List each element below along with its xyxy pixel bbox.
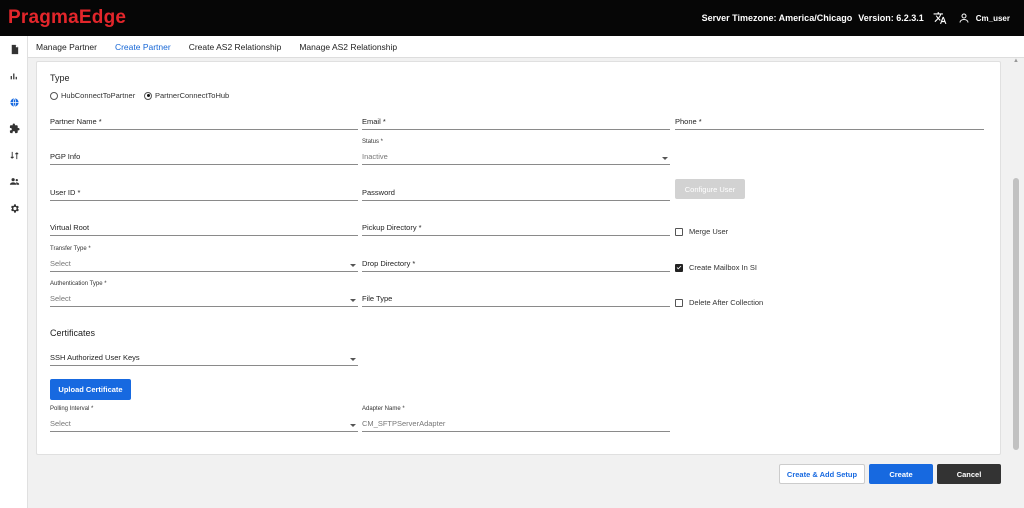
gear-icon[interactable] bbox=[7, 201, 21, 215]
adapter-name-field[interactable]: Adapter Name * CM_SFTPServerAdapter bbox=[362, 406, 670, 432]
swap-icon[interactable] bbox=[7, 148, 21, 162]
tab-create-partner[interactable]: Create Partner bbox=[115, 42, 171, 52]
scroll-up-arrow[interactable]: ▲ bbox=[1012, 58, 1020, 66]
user-name[interactable]: Cm_user bbox=[976, 14, 1010, 23]
type-section-title: Type bbox=[50, 73, 70, 83]
create-mailbox-label: Create Mailbox In SI bbox=[689, 263, 757, 272]
authentication-type-label: Authentication Type * bbox=[50, 281, 107, 287]
ssh-keys-select[interactable]: SSH Authorized User Keys bbox=[50, 350, 358, 366]
create-button[interactable]: Create bbox=[869, 464, 933, 484]
adapter-name-label: Adapter Name * bbox=[362, 406, 405, 412]
authentication-type-select[interactable]: Authentication Type * Select bbox=[50, 281, 358, 307]
globe-icon[interactable] bbox=[7, 95, 21, 109]
transfer-type-select[interactable]: Transfer Type * Select bbox=[50, 246, 358, 272]
bar-chart-icon[interactable] bbox=[7, 69, 21, 83]
top-header: PragmaEdge Server Timezone: America/Chic… bbox=[0, 0, 1024, 36]
header-right: Server Timezone: America/Chicago Version… bbox=[702, 0, 1010, 36]
partner-name-field[interactable]: Partner Name * bbox=[50, 114, 358, 130]
chevron-down-icon bbox=[350, 358, 356, 361]
partner-name-label: Partner Name * bbox=[50, 117, 102, 126]
email-label: Email * bbox=[362, 117, 386, 126]
chevron-down-icon bbox=[350, 424, 356, 427]
authentication-type-value: Select bbox=[50, 294, 71, 303]
create-partner-form: Type HubConnectToPartner PartnerConnectT… bbox=[36, 61, 1001, 455]
create-and-add-setup-button[interactable]: Create & Add Setup bbox=[779, 464, 865, 484]
tab-manage-partner[interactable]: Manage Partner bbox=[36, 42, 97, 52]
ssh-keys-label: SSH Authorized User Keys bbox=[50, 353, 140, 362]
user-id-field[interactable]: User ID * bbox=[50, 185, 358, 201]
translate-icon[interactable] bbox=[932, 10, 948, 26]
checkbox-box[interactable] bbox=[675, 298, 683, 307]
transfer-type-value: Select bbox=[50, 259, 71, 268]
upload-certificate-button[interactable]: Upload Certificate bbox=[50, 379, 131, 400]
transfer-type-label: Transfer Type * bbox=[50, 246, 91, 252]
file-type-field[interactable]: File Type bbox=[362, 291, 670, 307]
pickup-directory-field[interactable]: Pickup Directory * bbox=[362, 220, 670, 236]
configure-user-button[interactable]: Configure User bbox=[675, 179, 745, 199]
pgp-info-field[interactable]: PGP Info bbox=[50, 149, 358, 165]
server-timezone: Server Timezone: America/Chicago bbox=[701, 13, 853, 23]
status-select[interactable]: Status * Inactive bbox=[362, 139, 670, 165]
create-mailbox-checkbox[interactable]: Create Mailbox In SI bbox=[675, 263, 757, 272]
puzzle-icon[interactable] bbox=[7, 121, 21, 135]
pgp-info-label: PGP Info bbox=[50, 152, 81, 161]
user-icon[interactable] bbox=[958, 12, 971, 25]
radio-circle[interactable] bbox=[50, 91, 58, 100]
radio-circle-selected[interactable] bbox=[144, 91, 152, 100]
tab-create-as2-relationship[interactable]: Create AS2 Relationship bbox=[189, 42, 282, 52]
scrollbar-thumb[interactable] bbox=[1013, 178, 1019, 450]
polling-interval-label: Polling Interval * bbox=[50, 406, 94, 412]
file-type-label: File Type bbox=[362, 294, 393, 303]
phone-label: Phone * bbox=[675, 117, 702, 126]
checkbox-box-checked[interactable] bbox=[675, 263, 683, 272]
virtual-root-field[interactable]: Virtual Root bbox=[50, 220, 358, 236]
pickup-directory-label: Pickup Directory * bbox=[362, 223, 422, 232]
status-value: Inactive bbox=[362, 152, 388, 161]
phone-field[interactable]: Phone * bbox=[675, 114, 984, 130]
radio-partner-connect-to-hub[interactable]: PartnerConnectToHub bbox=[144, 91, 229, 100]
polling-interval-select[interactable]: Polling Interval * Select bbox=[50, 406, 358, 432]
check-icon bbox=[676, 265, 682, 270]
password-label: Password bbox=[362, 188, 395, 197]
merge-user-label: Merge User bbox=[689, 227, 729, 236]
polling-interval-value: Select bbox=[50, 419, 71, 428]
cancel-button[interactable]: Cancel bbox=[937, 464, 1001, 484]
users-icon[interactable] bbox=[7, 174, 21, 188]
user-id-label: User ID * bbox=[50, 188, 81, 197]
radio-label: HubConnectToPartner bbox=[61, 91, 136, 100]
adapter-name-value: CM_SFTPServerAdapter bbox=[362, 419, 446, 428]
checkbox-box[interactable] bbox=[675, 227, 683, 236]
tab-manage-as2-relationship[interactable]: Manage AS2 Relationship bbox=[299, 42, 397, 52]
status-label: Status * bbox=[362, 139, 384, 145]
drop-directory-field[interactable]: Drop Directory * bbox=[362, 256, 670, 272]
merge-user-checkbox[interactable]: Merge User bbox=[675, 227, 728, 236]
file-icon[interactable] bbox=[7, 42, 21, 56]
app-version: Version: 6.2.3.1 bbox=[858, 13, 924, 23]
delete-after-collection-label: Delete After Collection bbox=[689, 298, 764, 307]
password-field[interactable]: Password bbox=[362, 185, 670, 201]
chevron-down-icon bbox=[350, 299, 356, 302]
delete-after-collection-checkbox[interactable]: Delete After Collection bbox=[675, 298, 763, 307]
chevron-down-icon bbox=[662, 157, 668, 160]
app-logo: PragmaEdge bbox=[8, 7, 127, 28]
radio-hub-connect-to-partner[interactable]: HubConnectToPartner bbox=[50, 91, 135, 100]
email-field[interactable]: Email * bbox=[362, 114, 670, 130]
drop-directory-label: Drop Directory * bbox=[362, 259, 416, 268]
radio-label: PartnerConnectToHub bbox=[155, 91, 230, 100]
certificates-section-title: Certificates bbox=[50, 328, 96, 338]
chevron-down-icon bbox=[350, 264, 356, 267]
sidebar bbox=[0, 36, 28, 508]
partner-tabs: Manage Partner Create Partner Create AS2… bbox=[28, 36, 1024, 58]
virtual-root-label: Virtual Root bbox=[50, 223, 90, 232]
